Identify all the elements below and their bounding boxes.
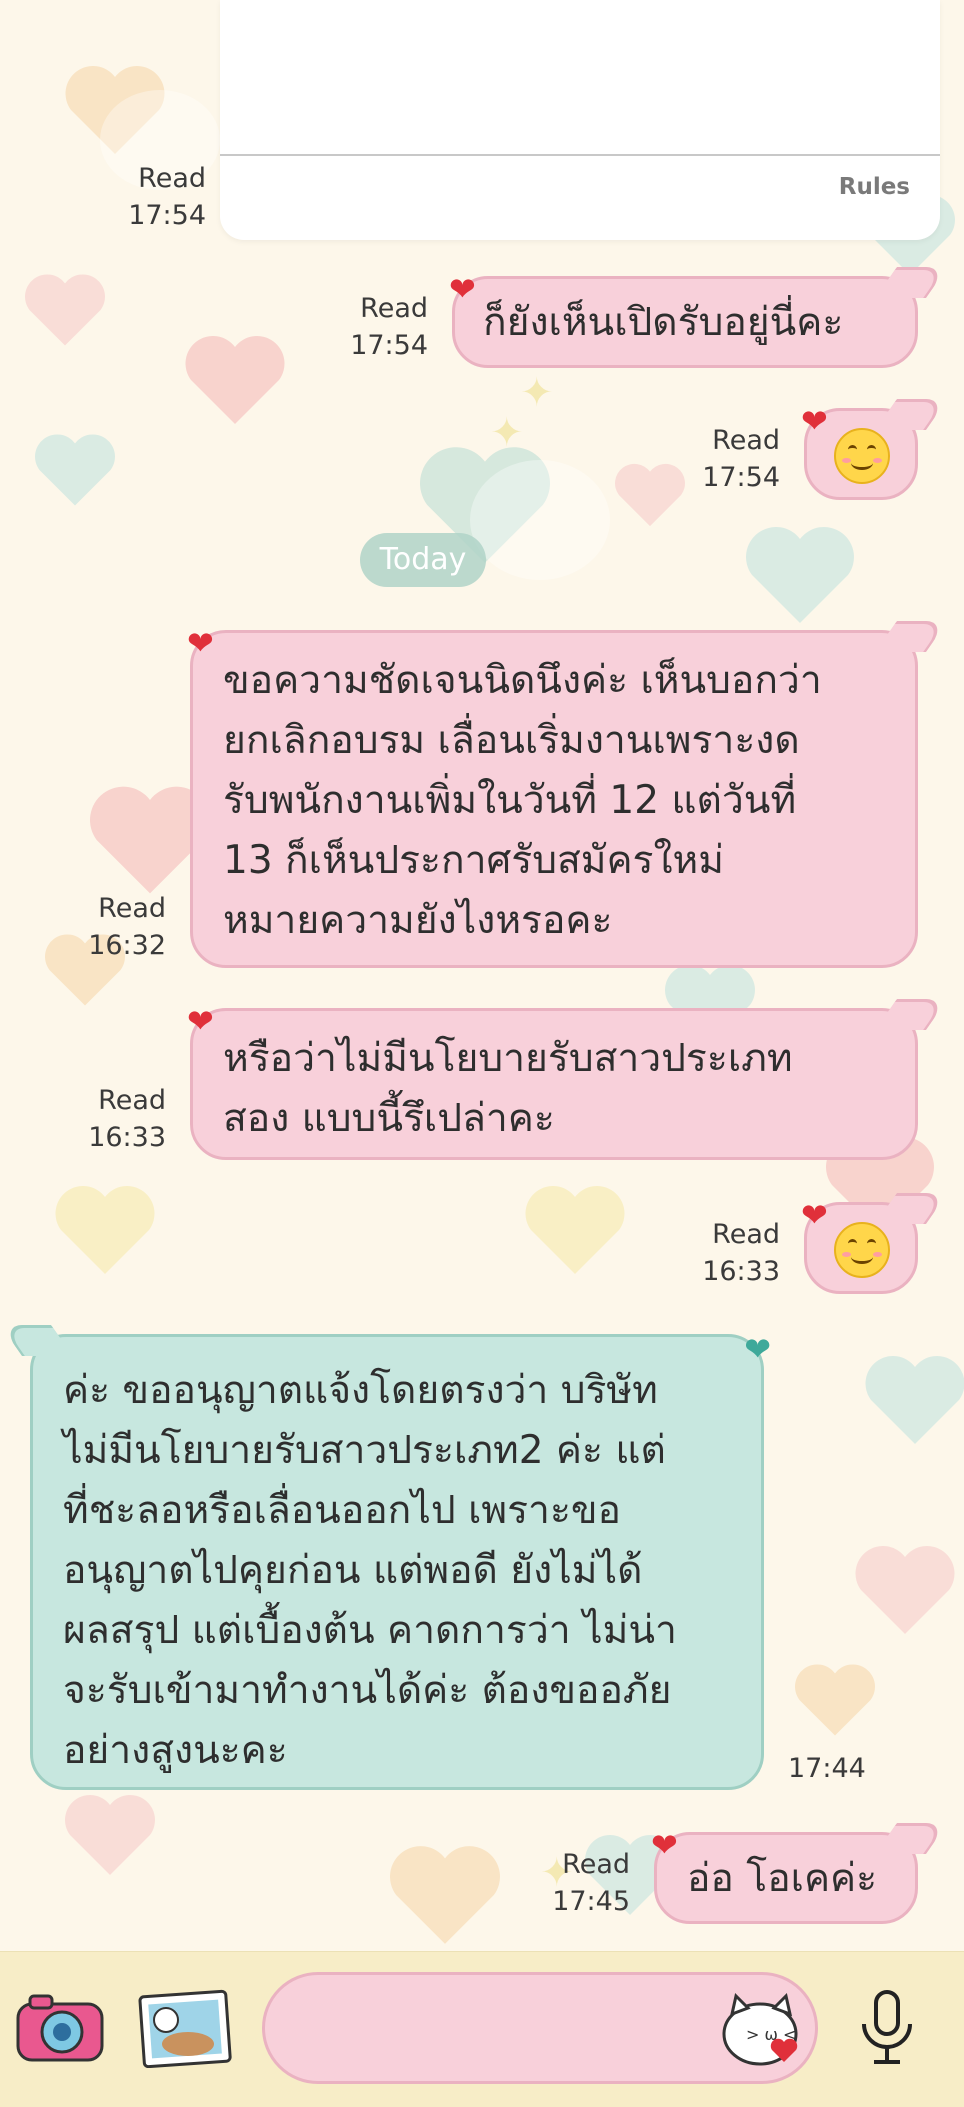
background-heart [55,1186,155,1274]
read-status: Read [360,293,428,324]
message-text: หรือว่าไม่มีนโยบายรับสาวประเภท สอง แบบนี… [223,1036,793,1141]
message-meta: Read 16:33 [690,1216,780,1290]
message-meta: Read 16:32 [80,890,166,964]
smiling-face-emoji [834,428,890,500]
background-heart [35,434,115,506]
background-sparkle: ✦ [520,370,554,416]
message-text: ขอความชัดเจนนิดนึงค่ะ เห็นบอกว่า ยกเลิกอ… [223,658,822,943]
message-meta: 17:44 [788,1750,878,1787]
rules-link[interactable]: Rules [839,174,910,200]
message-meta: Read 17:45 [550,1846,630,1920]
message-time: 17:54 [702,462,780,493]
heart-icon: ❤ [449,270,476,308]
message-time: 16:33 [88,1122,166,1153]
background-heart [855,1546,955,1634]
message-time: 17:54 [128,200,206,231]
read-status: Read [712,425,780,456]
message-meta: Read 17:54 [340,290,428,364]
background-heart [615,463,685,527]
message-time: 17:44 [788,1753,866,1784]
outgoing-message-bubble[interactable]: ❤ ขอความชัดเจนนิดนึงค่ะ เห็นบอกว่า ยกเลิ… [187,621,948,968]
background-heart [525,1186,625,1274]
message-meta: Read 17:54 [690,422,780,496]
smiling-face-emoji [834,1222,890,1294]
background-cat-decoration [470,460,610,580]
heart-icon: ❤ [651,1826,678,1864]
read-status: Read [712,1219,780,1250]
outgoing-emoji-bubble[interactable]: ❤ [801,1193,948,1294]
heart-icon: ❤ [744,1330,771,1368]
heart-icon: ❤ [801,402,828,440]
outgoing-message-bubble[interactable]: ❤ ก็ยังเห็นเปิดรับอยู่นี่คะ [449,267,948,368]
message-meta: Read 16:33 [80,1082,166,1156]
message-text: ค่ะ ขออนุญาตแจ้งโดยตรงว่า บริษัท ไม่มีนโ… [63,1368,677,1773]
background-heart [65,1795,155,1875]
heart-icon: ❤ [187,1002,214,1040]
photo-gallery-icon[interactable] [138,1988,232,2068]
background-heart [185,336,285,424]
background-heart [390,1846,500,1944]
date-divider: Today [360,533,486,587]
message-time: 17:54 [350,330,428,361]
message-text: อ่อ โอเคค่ะ [687,1856,878,1901]
heart-icon: ❤ [801,1196,828,1234]
background-heart [865,1356,964,1444]
outgoing-message-bubble[interactable]: ❤ อ่อ โอเคค่ะ [651,1823,948,1924]
incoming-message-bubble[interactable]: ❤ ค่ะ ขออนุญาตแจ้งโดยตรงว่า บริษัท ไม่มี… [0,1325,771,1790]
microphone-icon[interactable] [854,1988,920,2068]
read-status: Read [138,163,206,194]
message-time: 16:32 [88,930,166,961]
read-status: Read [562,1849,630,1880]
sticker-icon[interactable]: > ω < [718,1990,808,2068]
message-time: 17:45 [552,1886,630,1917]
background-heart [25,274,105,346]
read-status: Read [98,893,166,924]
message-text: ก็ยังเห็นเปิดรับอยู่นี่คะ [483,300,844,345]
message-composer-bar: > ω < [0,1951,964,2107]
background-heart [795,1664,875,1736]
heart-icon: ❤ [187,624,214,662]
system-info-card: Rules [220,0,940,240]
background-sparkle: ✦ [490,410,524,456]
read-status: Read [98,1085,166,1116]
message-meta: Read 17:54 [120,160,206,234]
message-time: 16:33 [702,1256,780,1287]
outgoing-emoji-bubble[interactable]: ❤ [801,399,948,500]
outgoing-message-bubble[interactable]: ❤ หรือว่าไม่มีนโยบายรับสาวประเภท สอง แบบ… [187,999,948,1160]
background-heart [746,527,854,623]
card-divider [220,154,940,156]
camera-icon[interactable] [16,1992,104,2062]
